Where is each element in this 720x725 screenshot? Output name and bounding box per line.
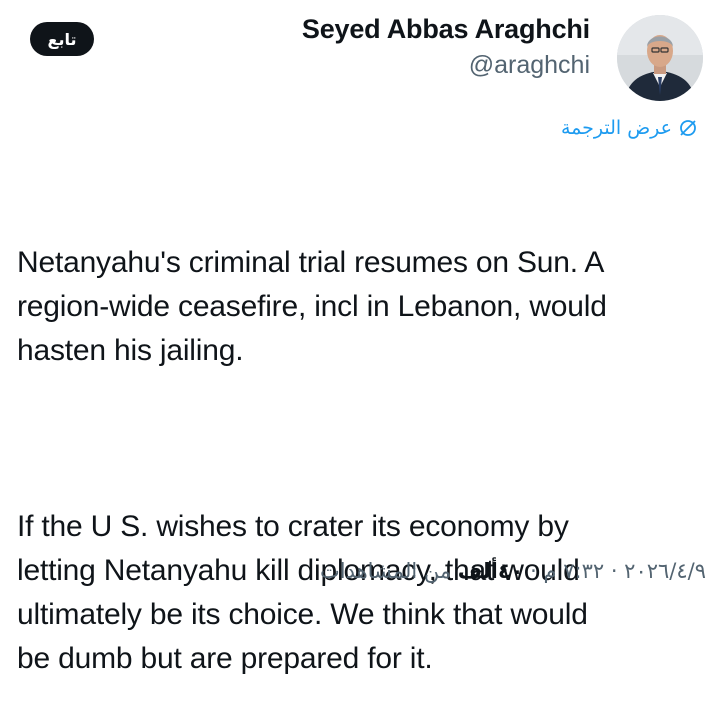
tweet-paragraph: If the U S. wishes to crater its economy…	[17, 510, 588, 675]
views-label: من المشاهدات	[319, 559, 458, 583]
display-name[interactable]: Seyed Abbas Araghchi	[302, 12, 590, 46]
tweet-time[interactable]: ٧:٣٢ م	[544, 559, 605, 583]
user-handle[interactable]: @araghchi	[302, 48, 590, 82]
tweet-paragraph: Netanyahu's criminal trial resumes on Su…	[17, 246, 607, 367]
meta-separator: ·	[604, 559, 625, 583]
follow-button[interactable]: تابع	[30, 22, 94, 56]
avatar[interactable]	[617, 15, 703, 101]
translate-icon	[678, 118, 698, 138]
tweet-date[interactable]: ٢٠٢٦/٤/٩	[624, 559, 706, 583]
show-translation-link[interactable]: عرض الترجمة	[561, 117, 698, 139]
author-info: Seyed Abbas Araghchi @araghchi	[302, 12, 590, 82]
tweet-text: Netanyahu's criminal trial resumes on Su…	[17, 153, 707, 725]
meta-separator: ·	[523, 559, 544, 583]
views-count[interactable]: ٤٠ألف	[458, 559, 524, 583]
profile-photo-icon	[617, 15, 703, 101]
show-translation-label: عرض الترجمة	[560, 117, 672, 139]
tweet-metadata: ٢٠٢٦/٤/٩ · ٧:٣٢ م · ٤٠ألف من المشاهدات	[320, 559, 706, 583]
